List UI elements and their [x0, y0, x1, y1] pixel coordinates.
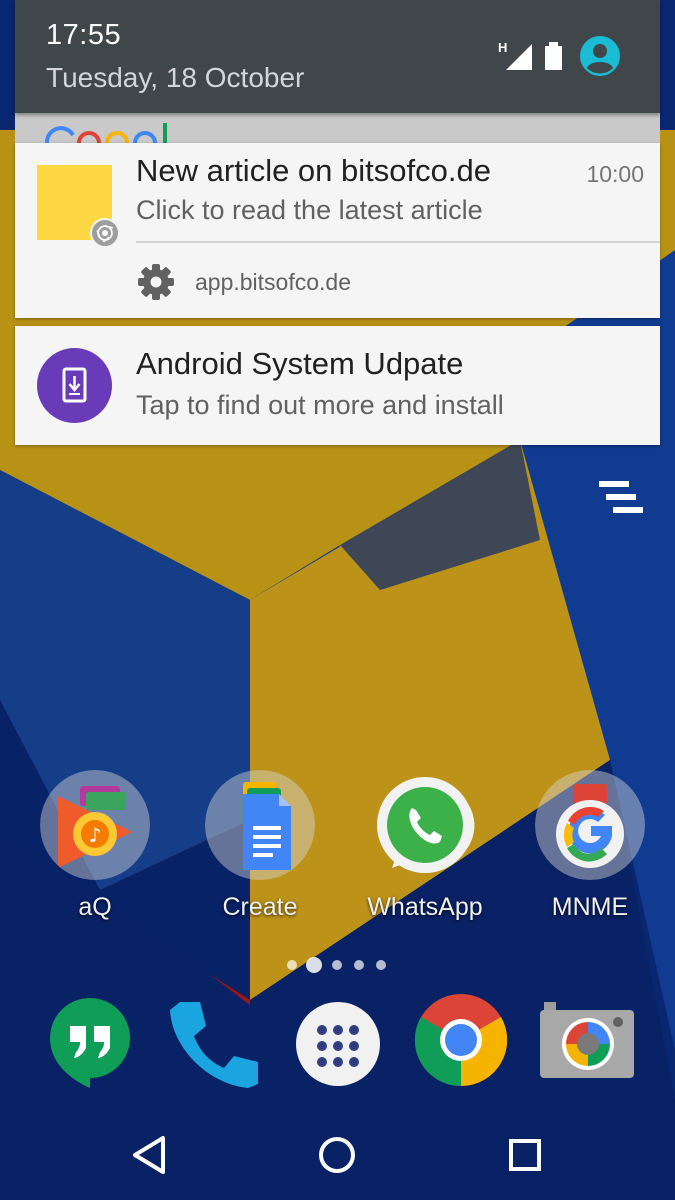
app-label: MNME — [551, 893, 629, 921]
notification-text: Click to read the latest article — [136, 195, 483, 225]
google-folder-icon — [535, 770, 645, 880]
app-label: Create — [222, 893, 298, 921]
svg-text:♪: ♪ — [89, 823, 102, 847]
chrome-icon[interactable] — [413, 992, 509, 1088]
notification-title: Android System Udpate — [136, 346, 464, 381]
status-icons: H — [498, 36, 620, 76]
notification-source-label[interactable]: app.bitsofco.de — [195, 269, 351, 296]
notification-divider — [136, 241, 660, 243]
whatsapp-icon — [377, 777, 475, 873]
app-shortcut-aq[interactable]: ♪ aQ — [20, 770, 160, 940]
date-label: Tuesday, 18 October — [46, 62, 305, 93]
recents-button[interactable] — [500, 1130, 550, 1180]
navigation-bar — [0, 1110, 675, 1200]
notification-shade-header: 17:55 Tuesday, 18 October H — [15, 0, 660, 113]
page-indicator — [287, 957, 386, 973]
chrome-icon — [90, 218, 120, 248]
notification-system-update[interactable]: Android System Udpate Tap to find out mo… — [15, 326, 660, 445]
clear-all-notifications-button[interactable] — [596, 478, 646, 516]
signal-icon — [506, 44, 532, 70]
google-logo-icon — [45, 123, 167, 143]
notification-bitsofco[interactable]: New article on bitsofco.de Click to read… — [15, 143, 660, 318]
network-type-label: H — [498, 40, 507, 55]
clock: 17:55 — [46, 19, 122, 51]
play-music-folder-icon: ♪ — [40, 770, 150, 880]
notification-time: 10:00 — [586, 161, 644, 187]
app-shortcut-create[interactable]: Create — [185, 770, 325, 940]
docs-folder-icon — [205, 770, 315, 880]
app-shortcut-whatsapp[interactable]: WhatsApp — [350, 770, 490, 940]
system-update-icon — [62, 367, 87, 403]
hangouts-icon[interactable] — [42, 992, 138, 1088]
app-shortcut-mnme[interactable]: MNME — [515, 770, 655, 940]
home-button[interactable] — [312, 1130, 362, 1180]
google-search-bar-peek — [15, 113, 660, 143]
notification-text: Tap to find out more and install — [136, 390, 504, 420]
camera-icon[interactable] — [538, 998, 634, 1094]
app-drawer-icon[interactable] — [290, 998, 386, 1094]
system-update-icon-badge — [37, 348, 112, 423]
account-avatar-icon — [580, 36, 620, 76]
phone-icon[interactable] — [162, 992, 258, 1088]
battery-icon — [545, 46, 562, 70]
notification-title: New article on bitsofco.de — [136, 153, 491, 188]
gear-icon[interactable] — [136, 262, 176, 302]
app-label: aQ — [78, 893, 112, 921]
back-button[interactable] — [125, 1130, 175, 1180]
app-label: WhatsApp — [367, 893, 483, 921]
